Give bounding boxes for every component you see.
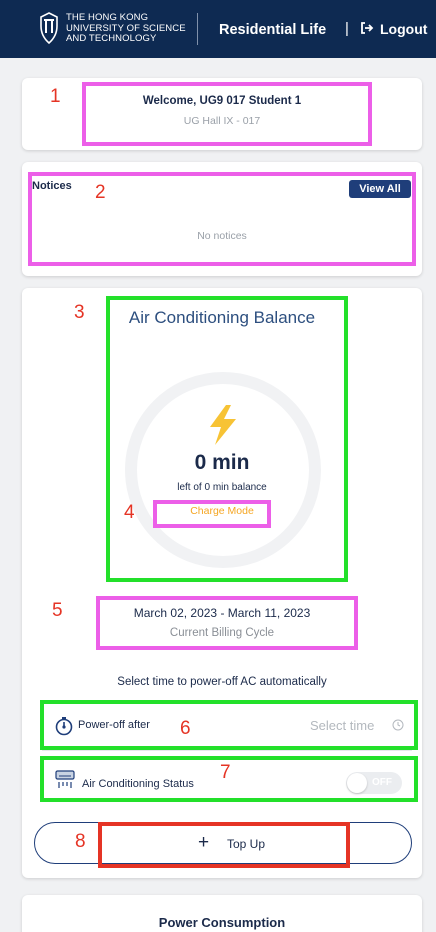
header-divider [197,13,198,45]
logout-icon[interactable] [360,21,374,35]
logout-button[interactable]: Logout [380,21,427,37]
annotation-box-1 [82,82,372,146]
annotation-box-5 [96,596,358,650]
app-title[interactable]: Residential Life [219,22,326,38]
university-name: THE HONG KONG UNIVERSITY OF SCIENCE AND … [66,12,186,44]
annotation-number-5: 5 [52,600,63,621]
annotation-box-4 [153,500,271,528]
annotation-box-2 [28,172,416,266]
app-header: THE HONG KONG UNIVERSITY OF SCIENCE AND … [0,0,436,58]
annotation-box-6 [40,700,418,750]
annotation-box-8 [98,822,350,868]
power-off-instruction: Select time to power-off AC automaticall… [117,676,327,688]
annotation-number-3: 3 [74,302,85,323]
annotation-number-7: 7 [220,762,231,783]
annotation-number-2: 2 [95,182,106,203]
annotation-number-1: 1 [50,86,61,107]
annotation-number-4: 4 [124,502,135,523]
power-consumption-title: Power Consumption [158,915,286,930]
annotation-number-6: 6 [180,718,191,739]
power-consumption-card: Power Consumption [22,895,422,932]
annotation-number-8: 8 [75,831,86,852]
university-logo-icon [40,12,58,44]
header-separator: | [345,20,349,37]
air-conditioning-card: Air Conditioning Balance 0 min left of 0… [22,288,422,878]
notices-card: Notices View All No notices 2 [22,162,422,276]
welcome-card: Welcome, UG9 017 Student 1 UG Hall IX - … [22,78,422,150]
row-divider [42,750,412,751]
annotation-box-3 [106,296,348,582]
